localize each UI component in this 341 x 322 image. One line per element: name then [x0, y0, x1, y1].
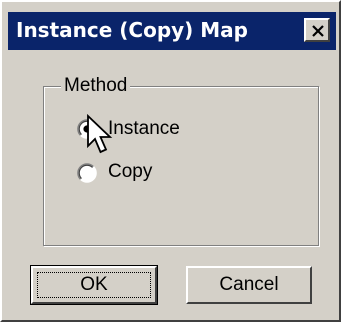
cancel-button[interactable]: Cancel	[186, 266, 312, 304]
radio-unselected-icon	[77, 163, 97, 183]
dialog-window: Instance (Copy) Map Method Instance Copy	[0, 0, 341, 322]
copy-radio[interactable]	[76, 162, 98, 184]
window-title: Instance (Copy) Map	[16, 18, 248, 42]
title-bar[interactable]: Instance (Copy) Map	[8, 12, 336, 50]
instance-radio-label[interactable]: Instance	[108, 118, 180, 140]
method-legend: Method	[61, 75, 131, 97]
close-x-icon	[312, 25, 324, 37]
arrow-pointer-icon	[86, 113, 116, 163]
copy-radio-label[interactable]: Copy	[108, 161, 152, 183]
ok-button-label: OK	[80, 274, 108, 295]
ok-button[interactable]: OK	[30, 265, 158, 305]
close-button[interactable]	[304, 18, 330, 42]
